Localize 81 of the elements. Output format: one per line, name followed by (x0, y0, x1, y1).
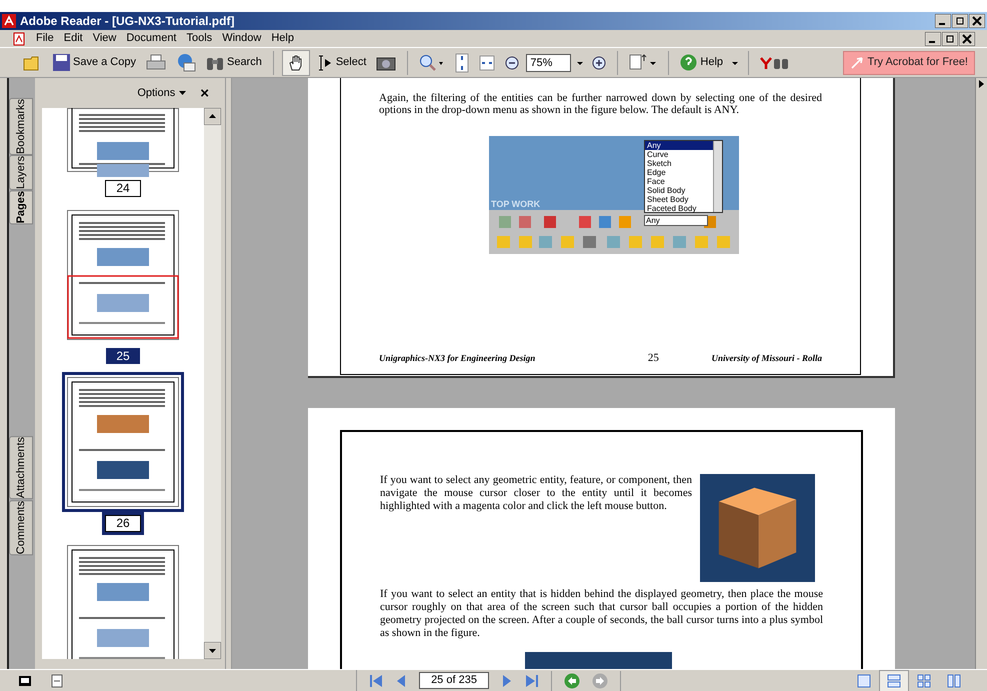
page-number-field[interactable]: 25 of 235 (419, 672, 489, 689)
close-icon[interactable] (959, 32, 975, 46)
filter-combo: Any (644, 215, 708, 226)
options-menu-button[interactable]: Options (137, 84, 186, 102)
zoom-field[interactable]: 75% (526, 54, 572, 72)
save-copy-button[interactable]: Save a Copy (50, 50, 139, 74)
dropdown-option[interactable]: Edge (645, 168, 713, 177)
page-layout-button[interactable] (879, 670, 909, 691)
magnifier-icon (419, 54, 446, 72)
footer-university: University of Missouri - Rolla (711, 352, 822, 365)
fit-height-icon (455, 52, 470, 72)
page-thumbnail-drawing[interactable] (62, 372, 184, 512)
page-number-label: 26 (105, 515, 141, 532)
menu-item[interactable]: File (36, 30, 54, 47)
scroll-down-icon[interactable] (204, 642, 221, 659)
facing-icon (917, 674, 931, 688)
side-tab[interactable]: Bookmarks (9, 98, 33, 156)
page-number-label: 24 (105, 180, 141, 197)
side-tab[interactable]: Layers (9, 155, 33, 190)
page-number: 25 (648, 350, 659, 366)
menu-item[interactable]: View (92, 30, 116, 47)
dropdown-option[interactable]: Faceted Body (645, 204, 713, 213)
dropdown-option[interactable]: Sheet Body (645, 195, 713, 204)
single-page-icon (857, 674, 871, 688)
search-button[interactable]: Search (202, 50, 265, 74)
paragraph: Again, the filtering of the entities can be further narrowed down by selecting one of the desired options in the drop-down menu as shown in the figure below. The default is ANY. (379, 92, 822, 116)
next-page-icon[interactable] (501, 674, 513, 688)
page-icon[interactable] (50, 674, 64, 688)
help-button[interactable]: Help (677, 50, 726, 74)
scroll-up-icon[interactable] (204, 108, 221, 125)
paragraph: If you want to select any geometric entity, feature, or component, then navigate the mouse cursor closer to the entity until it becomes highlighted with a magenta color and click the left mouse button. (380, 474, 692, 514)
continuous-icon (887, 674, 901, 688)
side-tab[interactable]: Attachments (9, 436, 33, 500)
plus-circle-icon (592, 56, 606, 70)
window-title: Adobe Reader - [UG-NX3-Tutorial.pdf] (20, 13, 234, 30)
menu-item[interactable]: Edit (64, 30, 83, 47)
dropdown-option[interactable]: Sketch (645, 159, 713, 168)
scrollbar[interactable] (975, 78, 987, 669)
try-acrobat-button[interactable]: Try Acrobat for Free! (842, 50, 975, 74)
restore-icon[interactable] (942, 32, 958, 46)
scrollbar[interactable] (204, 108, 221, 659)
logo-icon (760, 56, 790, 70)
question-icon (680, 54, 698, 71)
globe-envelope-icon (176, 53, 196, 72)
paragraph: If you want to select an entity that is hidden behind the displayed geometry, then place the mouse cursor roughly on that area of the screen such that cursor ball occupies a portion of the hidden geometry projected on the screen. After a couple of seconds, the ball cursor turns into a plus symbol as shown in the figure. (380, 588, 823, 640)
text-cursor-icon (316, 54, 333, 72)
pages-icon (629, 52, 658, 72)
caret-icon (179, 91, 186, 95)
minimize-icon[interactable] (935, 14, 951, 28)
menu-item[interactable]: Tools (186, 30, 212, 47)
footer-title: Unigraphics-NX3 for Engineering Design (379, 352, 536, 365)
dropdown-option[interactable]: Curve (645, 150, 713, 159)
close-icon[interactable] (969, 14, 985, 28)
page-number-label: 25 (106, 348, 140, 364)
two-up-icon (947, 674, 961, 688)
film-icon[interactable] (18, 674, 32, 688)
last-page-icon[interactable] (525, 674, 539, 688)
scrollbar (713, 141, 722, 212)
dropdown-option[interactable]: Face (645, 177, 713, 186)
back-icon[interactable] (564, 672, 580, 688)
select-button[interactable]: Select (314, 50, 370, 74)
fit-width-icon (479, 54, 496, 70)
cursor-icon (850, 56, 864, 70)
menu-item[interactable]: Window (222, 30, 262, 47)
viewport-label: TOP WORK (491, 198, 540, 210)
printer-icon (146, 54, 166, 71)
minimize-icon[interactable] (925, 32, 941, 46)
close-panel-button[interactable]: × (200, 86, 209, 100)
dropdown-option[interactable]: Solid Body (645, 186, 713, 195)
camera-icon (376, 54, 396, 70)
hand-tool-button[interactable] (282, 50, 310, 76)
restore-icon[interactable] (952, 14, 968, 28)
side-tab[interactable]: Pages (9, 190, 33, 224)
side-tab[interactable]: Comments (9, 500, 33, 555)
minus-circle-icon (505, 56, 520, 70)
previous-page-icon[interactable] (395, 674, 407, 688)
menu-item[interactable]: Document (126, 30, 176, 47)
dropdown-option[interactable]: Any (645, 141, 713, 150)
menu-item[interactable]: Help (271, 30, 294, 47)
first-page-icon[interactable] (369, 674, 383, 688)
app-logo-icon (2, 14, 16, 28)
